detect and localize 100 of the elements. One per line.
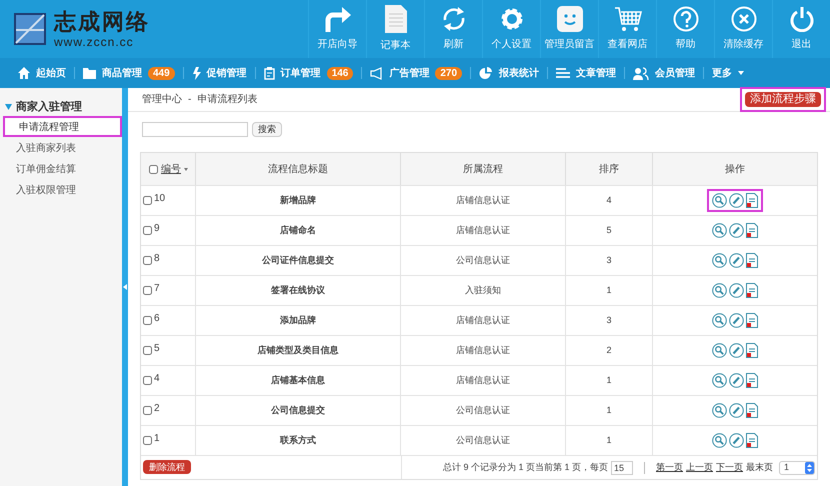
- table-cell-text: 3: [606, 314, 612, 327]
- page-select[interactable]: 1: [779, 460, 815, 474]
- table-cell-text: 签署在线协议: [271, 284, 325, 297]
- nav-link[interactable]: 报表统计: [479, 66, 540, 80]
- add-step-button[interactable]: 添加流程步骤: [745, 92, 821, 107]
- delete-document-icon[interactable]: [746, 193, 758, 208]
- table-cell-text: 4: [606, 194, 612, 207]
- table-cell-text: 2: [154, 402, 160, 416]
- search-icon[interactable]: [712, 373, 727, 388]
- table-cell-text: 4: [154, 372, 160, 386]
- toolbar-button[interactable]: 管理员留言: [540, 0, 598, 58]
- table-cell-text: 1: [606, 284, 612, 297]
- table-cell-text: 店铺信息认证: [456, 224, 510, 237]
- help-icon: [672, 6, 698, 32]
- row-checkbox[interactable]: [143, 196, 152, 205]
- row-checkbox[interactable]: [143, 316, 152, 325]
- table-cell-text: 1: [154, 432, 160, 446]
- table-cell-text: 6: [154, 312, 160, 326]
- users-icon: [633, 66, 650, 80]
- row-checkbox[interactable]: [143, 286, 152, 295]
- table-cell-text: 添加品牌: [280, 314, 316, 327]
- edit-icon[interactable]: [729, 193, 744, 208]
- edit-icon[interactable]: [729, 373, 744, 388]
- column-header: 流程信息标题: [268, 162, 328, 176]
- table-cell-text: 入驻须知: [465, 284, 501, 297]
- table-cell-text: 9: [154, 222, 160, 236]
- sidebar-section-title[interactable]: 商家入驻管理: [0, 98, 122, 116]
- sort-link[interactable]: 编号: [161, 162, 181, 176]
- sidebar-item[interactable]: 入驻权限管理: [0, 179, 122, 200]
- edit-icon[interactable]: [729, 403, 744, 418]
- edit-icon[interactable]: [729, 253, 744, 268]
- folder-icon: [83, 68, 96, 78]
- row-checkbox[interactable]: [143, 256, 152, 265]
- document-icon: [384, 5, 406, 33]
- row-checkbox[interactable]: [143, 346, 152, 355]
- sidebar-item[interactable]: 订单佣金结算: [0, 158, 122, 179]
- table-cell-text: 3: [606, 254, 612, 267]
- edit-icon[interactable]: [729, 343, 744, 358]
- home-icon: [18, 67, 30, 79]
- delete-document-icon[interactable]: [746, 253, 758, 268]
- clipboard-icon: [264, 66, 275, 80]
- delete-document-icon[interactable]: [746, 403, 758, 418]
- close-icon: [730, 6, 756, 32]
- nav-link[interactable]: 商品管理: [83, 66, 142, 80]
- table-cell-text: 1: [606, 374, 612, 387]
- delete-document-icon[interactable]: [746, 223, 758, 238]
- pagination-link[interactable]: 第一页: [656, 460, 683, 474]
- nav-link[interactable]: 起始页: [18, 66, 66, 80]
- nav-link[interactable]: 会员管理: [633, 66, 696, 80]
- pagination-link[interactable]: 最末页: [746, 460, 773, 474]
- search-button[interactable]: 搜索: [252, 122, 282, 136]
- table-cell-text: 新增品牌: [280, 194, 316, 207]
- count-badge: 146: [326, 66, 354, 80]
- table-cell-text: 7: [154, 282, 160, 296]
- column-header: 排序: [599, 162, 619, 176]
- table-cell-text: 店铺信息认证: [456, 374, 510, 387]
- nav-link[interactable]: 促销管理: [192, 66, 247, 80]
- count-badge: 270: [435, 66, 462, 80]
- nav-link[interactable]: 订单管理: [264, 66, 321, 80]
- table-cell-text: 店铺命名: [280, 224, 316, 237]
- edit-icon[interactable]: [729, 313, 744, 328]
- toolbar-button[interactable]: 记事本: [366, 0, 424, 58]
- sidebar-item[interactable]: 申请流程管理: [3, 116, 122, 137]
- search-icon[interactable]: [712, 343, 727, 358]
- per-page-field[interactable]: 15: [611, 460, 633, 474]
- turn-arrow-icon: [324, 6, 352, 32]
- pagination-link[interactable]: 上一页: [686, 460, 713, 474]
- search-icon[interactable]: [712, 433, 727, 448]
- search-icon[interactable]: [712, 403, 727, 418]
- delete-document-icon[interactable]: [746, 433, 758, 448]
- delete-document-icon[interactable]: [746, 343, 758, 358]
- delete-document-icon[interactable]: [746, 313, 758, 328]
- megaphone-icon: [370, 66, 384, 80]
- logo-title: 志成网络: [54, 10, 150, 32]
- delete-document-icon[interactable]: [746, 373, 758, 388]
- edit-icon[interactable]: [729, 283, 744, 298]
- delete-process-button[interactable]: 删除流程: [143, 460, 191, 474]
- table-cell-text: 公司信息认证: [456, 404, 510, 417]
- search-icon[interactable]: [712, 283, 727, 298]
- table-cell-text: 店铺信息认证: [456, 194, 510, 207]
- delete-document-icon[interactable]: [746, 283, 758, 298]
- row-checkbox[interactable]: [143, 436, 152, 445]
- edit-icon[interactable]: [729, 223, 744, 238]
- search-icon[interactable]: [712, 313, 727, 328]
- row-checkbox[interactable]: [143, 226, 152, 235]
- select-all-checkbox[interactable]: [149, 164, 158, 174]
- nav-link[interactable]: 文章管理: [556, 66, 616, 80]
- power-icon: [788, 6, 814, 32]
- nav-link[interactable]: 广告管理: [370, 66, 430, 80]
- sidebar-item[interactable]: 入驻商家列表: [0, 137, 122, 158]
- edit-icon[interactable]: [729, 433, 744, 448]
- row-checkbox[interactable]: [143, 406, 152, 415]
- search-field[interactable]: [142, 122, 248, 136]
- nav-link[interactable]: 更多: [712, 66, 744, 80]
- pagination-link[interactable]: 下一页: [716, 460, 743, 474]
- row-checkbox[interactable]: [143, 376, 152, 385]
- search-icon[interactable]: [712, 223, 727, 238]
- table-cell-text: 10: [154, 192, 166, 206]
- search-icon[interactable]: [712, 193, 727, 208]
- search-icon[interactable]: [712, 253, 727, 268]
